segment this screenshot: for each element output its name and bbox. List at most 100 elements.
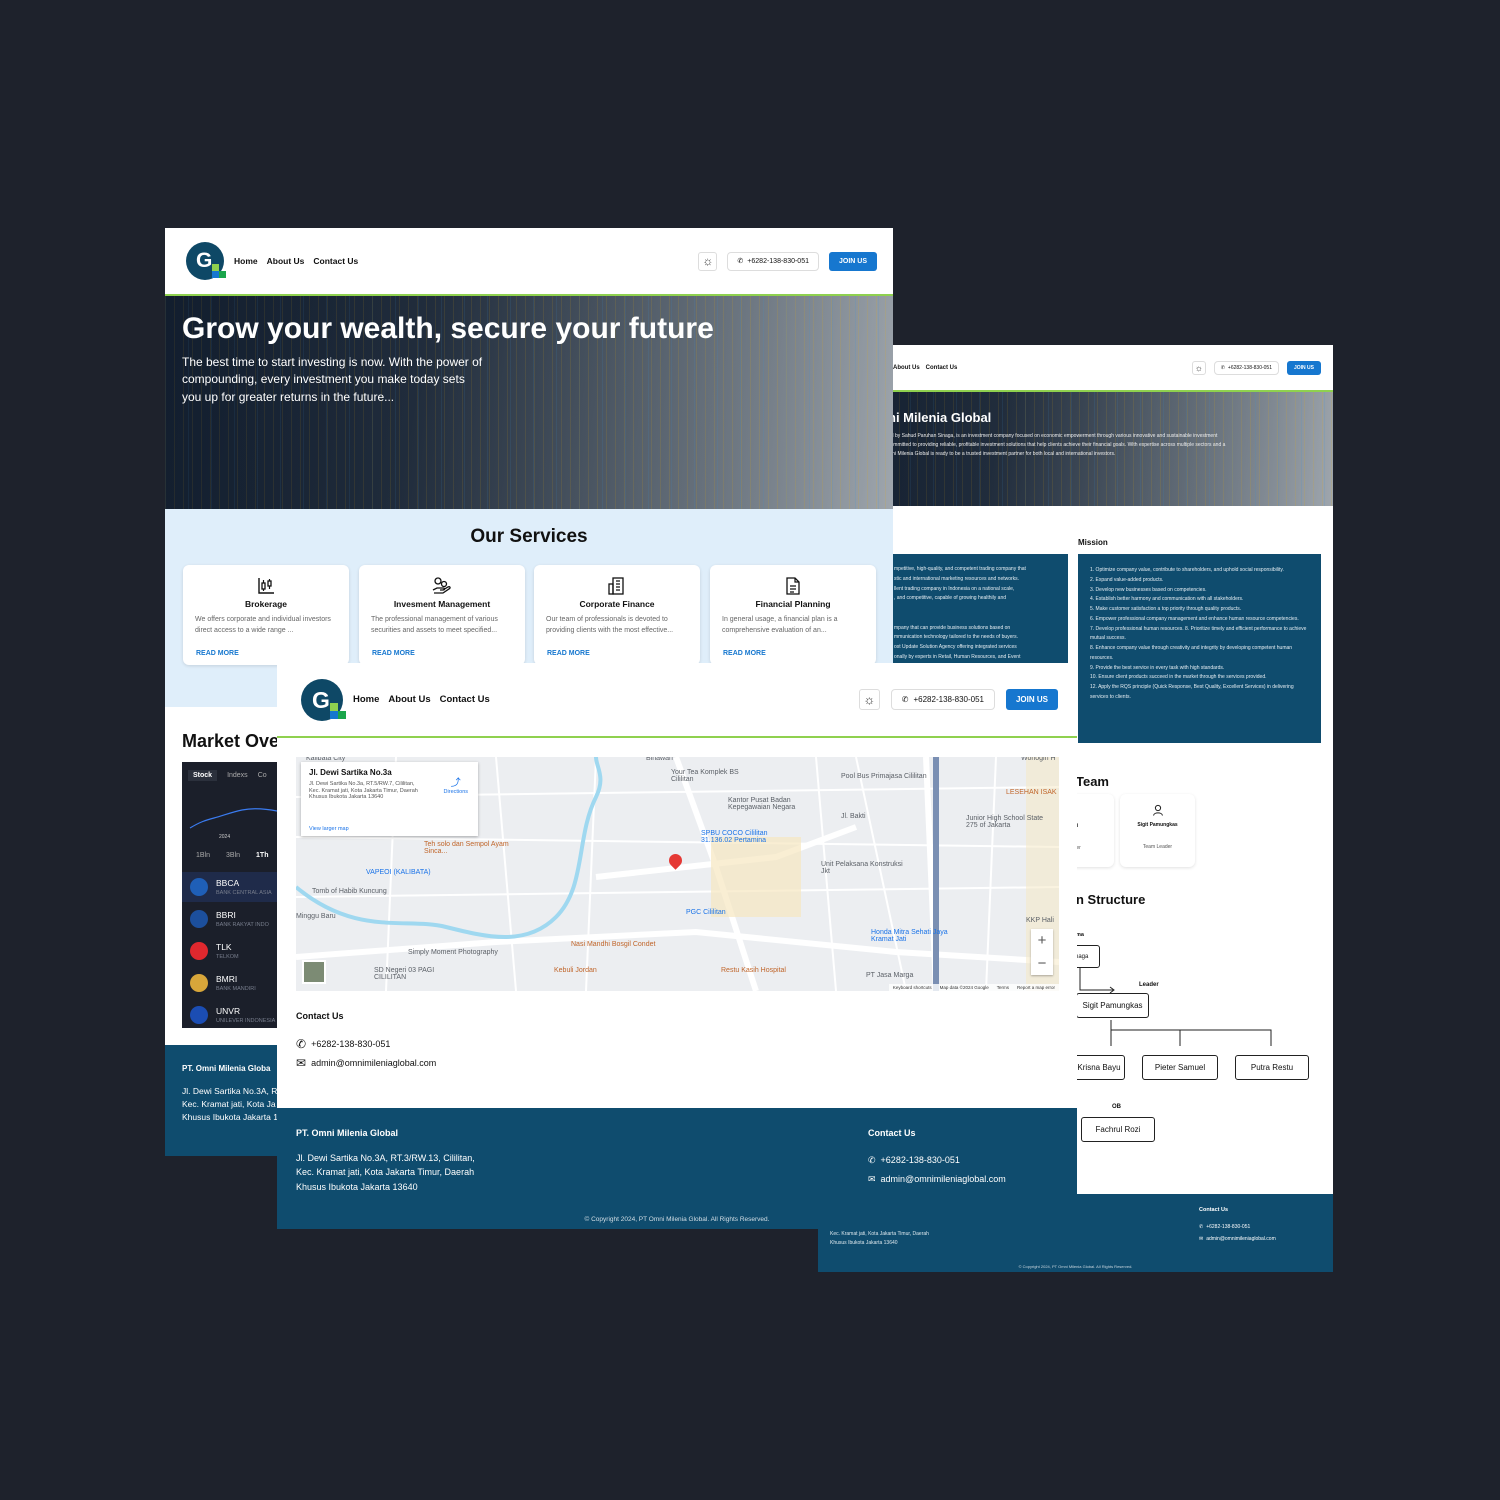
zoom-out-button[interactable]: −	[1031, 952, 1053, 975]
map-place-label[interactable]: Simply Moment Photography	[408, 949, 498, 956]
google-map[interactable]: Kalibata City Binawan Your Tea Komplek BS …	[296, 757, 1059, 991]
mission-item: 12. Apply the RQS principle (Quick Respo…	[1090, 684, 1294, 700]
nav-about-link[interactable]: About Us	[388, 694, 430, 705]
service-card[interactable]: Corporate Finance Our team of profession…	[534, 565, 700, 665]
vision-line: mmunication technology tailored to the n…	[894, 634, 1018, 641]
map-place-label[interactable]: Teh solo dan Sempol Ayam Sinca...	[424, 841, 514, 856]
nav-about-link[interactable]: About Us	[267, 256, 305, 266]
map-place-label[interactable]: Nasi Mandhi Bosgil Condet	[571, 941, 655, 948]
map-place-label[interactable]: Pool Bus Primajasa Cililitan	[841, 773, 927, 780]
range-1bln[interactable]: 1Bln	[196, 852, 210, 859]
about-hero: ni Milenia Global ed by Sahud Paruhan Si…	[818, 392, 1333, 506]
stock-logo-icon	[190, 942, 208, 960]
nav-home-link[interactable]: Home	[234, 256, 258, 266]
nav-contact-link[interactable]: Contact Us	[313, 256, 358, 266]
map-place-label[interactable]: PT Jasa Marga	[866, 972, 913, 979]
theme-toggle-button[interactable]: ☼	[858, 689, 880, 710]
view-larger-map-link[interactable]: View larger map	[309, 826, 349, 832]
chart-candles-icon	[258, 578, 274, 594]
nav-about-link[interactable]: About Us	[893, 365, 920, 371]
tab-indexs[interactable]: Indexs	[227, 772, 248, 781]
vision-line: onally by experts in Retail, Human Resou…	[894, 653, 1021, 660]
hero-title: Grow your wealth, secure your future	[182, 312, 714, 345]
mission-item: 10. Ensure client products succeed in th…	[1090, 674, 1267, 681]
map-place-label[interactable]: Tomb of Habib Kuncung	[312, 888, 387, 895]
vision-line: , and competitive, capable of growing he…	[894, 595, 1007, 602]
stock-name: BANK CENTRAL ASIA	[216, 890, 272, 896]
join-us-button[interactable]: JOIN US	[1287, 360, 1321, 375]
map-place-label[interactable]: Binawan	[646, 757, 673, 762]
vision-line: mpany that can provide business solution…	[894, 624, 1011, 631]
navbar: G Home About Us Contact Us ☼ ✆ +6282-138-…	[165, 228, 893, 294]
stock-row[interactable]: UNVR UNILEVER INDONESIA	[182, 1000, 277, 1028]
join-us-button[interactable]: JOIN US	[829, 251, 877, 271]
read-more-link[interactable]: READ MORE	[547, 650, 590, 657]
stock-row[interactable]: TLK TELKOM	[182, 936, 277, 966]
org-node-ob: Fachrul Rozi	[1081, 1117, 1155, 1142]
stock-row[interactable]: BBRI BANK RAKYAT INDO	[182, 904, 277, 934]
read-more-link[interactable]: READ MORE	[196, 650, 239, 657]
hero-text: The best time to start investing is now.…	[182, 355, 483, 404]
map-place-label[interactable]: SD Negeri 03 PAGI CILILITAN	[374, 967, 464, 982]
home-hero: Grow your wealth, secure your future The…	[165, 296, 893, 510]
nav-contact-link[interactable]: Contact Us	[440, 694, 490, 705]
map-place-label[interactable]: KKP Hali	[1026, 917, 1054, 924]
company-logo: G	[186, 242, 226, 280]
map-place-label[interactable]: Kantor Pusat Badan Kepegawaian Negara	[728, 797, 818, 812]
read-more-link[interactable]: READ MORE	[372, 650, 415, 657]
map-place-label[interactable]: Honda Mitra Sehati Jaya Kramat Jati	[871, 929, 961, 944]
map-place-label[interactable]: VAPEOI (KALIBATA)	[366, 869, 431, 876]
nav-accent-line	[277, 736, 1077, 738]
map-place-label[interactable]: Kebuli Jordan	[554, 967, 597, 974]
contact-footer: PT. Omni Milenia Global Jl. Dewi Sartika…	[277, 1108, 1077, 1229]
range-3bln[interactable]: 3Bln	[226, 852, 240, 859]
map-layer-thumbnail[interactable]	[302, 960, 326, 984]
stock-ticker: TLK	[216, 942, 232, 952]
org-node-member: Krisna Bayu	[1073, 1055, 1125, 1080]
theme-toggle-button[interactable]: ☼	[698, 251, 718, 271]
stock-row[interactable]: BBCA BANK CENTRAL ASIA	[182, 872, 277, 902]
phone-icon: ✆	[296, 1037, 307, 1051]
market-title: Market Ove	[182, 731, 280, 751]
nav-home-link[interactable]: Home	[353, 694, 379, 705]
contact-phone: ✆ +6282-138-830-051	[296, 1037, 391, 1051]
map-place-label[interactable]: Minggu Baru	[296, 913, 336, 920]
map-place-label[interactable]: Jl. Bakti	[841, 813, 866, 820]
team-card[interactable]: Sigit Pamungkas Team Leader	[1120, 794, 1195, 867]
sun-icon: ☼	[702, 254, 714, 268]
read-more-link[interactable]: READ MORE	[723, 650, 766, 657]
directions-button[interactable]: ⤴ Directions	[444, 774, 468, 795]
stock-row[interactable]: BMRI BANK MANDIRI	[182, 968, 277, 998]
vision-line	[894, 604, 1068, 614]
theme-toggle-button[interactable]: ☼	[1191, 360, 1206, 375]
service-card[interactable]: Financial Planning In general usage, a f…	[710, 565, 876, 665]
vision-line	[894, 614, 1068, 624]
nav-contact-link[interactable]: Contact Us	[926, 365, 958, 371]
document-icon	[786, 577, 800, 595]
map-place-label[interactable]: SPBU COCO Cililitan 31.136.02 Pertamina	[701, 830, 791, 845]
mission-item: 8. Enhance company value through creativ…	[1090, 645, 1293, 661]
phone-button[interactable]: ✆ +6282-138-830-051	[1213, 360, 1279, 375]
map-place-label[interactable]: Your Tea Komplek BS Cililitan	[671, 769, 761, 784]
stock-name: TELKOM	[216, 954, 239, 960]
map-place-label[interactable]: PGC Cililitan	[686, 909, 726, 916]
map-place-label[interactable]: Restu Kasih Hospital	[721, 967, 786, 974]
phone-button[interactable]: ✆ +6282-138-830-051	[890, 689, 995, 710]
join-us-button[interactable]: JOIN US	[1006, 689, 1058, 710]
map-place-label[interactable]: Unit Pelaksana Konstruksi Jkt	[821, 861, 911, 876]
zoom-in-button[interactable]: +	[1031, 929, 1053, 952]
map-place-label[interactable]: Wonogiri H	[1021, 757, 1056, 762]
stock-name: BANK MANDIRI	[216, 986, 256, 992]
stock-name: BANK RAKYAT INDO	[216, 922, 269, 928]
phone-button[interactable]: ✆ +6282-138-830-051	[727, 251, 819, 271]
org-node-member: Putra Restu	[1235, 1055, 1309, 1080]
service-card[interactable]: Brokerage We offers corporate and indivi…	[183, 565, 349, 665]
map-attribution: Keyboard shortcuts Map data ©2024 Google…	[888, 984, 1059, 991]
services-title: Our Services	[470, 526, 588, 547]
map-place-label[interactable]: LESEHAN ISAK	[1006, 789, 1057, 796]
map-place-label[interactable]: Junior High School State 275 of Jakarta	[966, 815, 1056, 830]
service-card[interactable]: Invesment Management The professional ma…	[359, 565, 525, 665]
range-1th[interactable]: 1Th	[256, 852, 268, 859]
tab-commodity[interactable]: Co	[258, 772, 267, 781]
tab-stock[interactable]: Stock	[188, 770, 218, 781]
